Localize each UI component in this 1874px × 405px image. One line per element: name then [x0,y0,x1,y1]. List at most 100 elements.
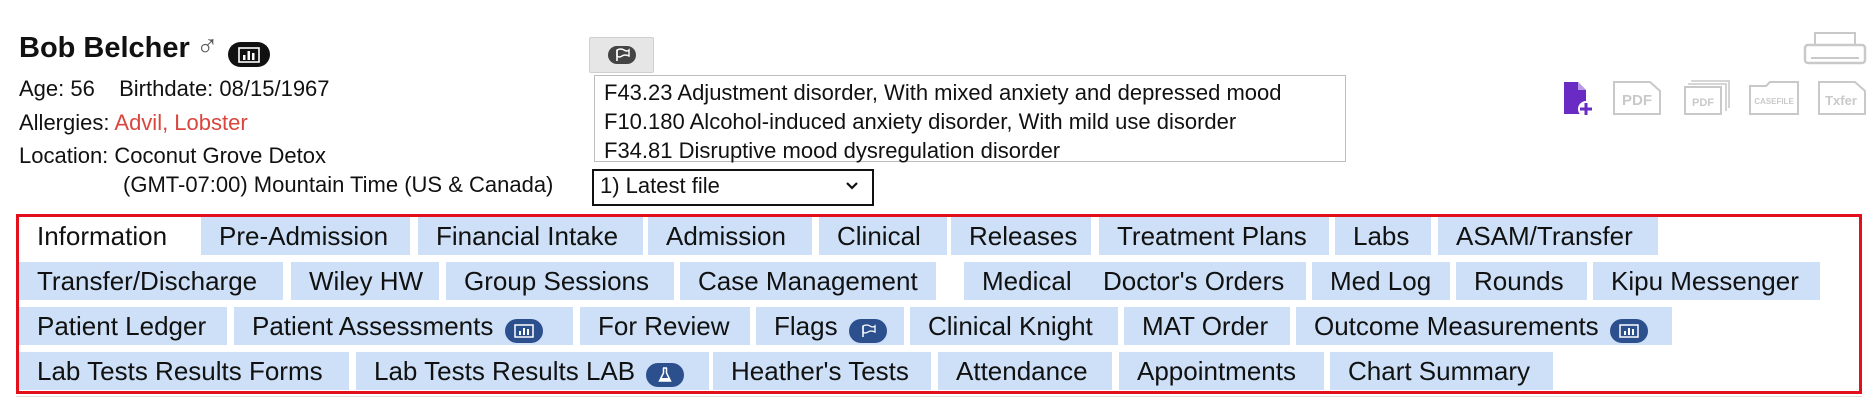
tab-chart-summary[interactable]: Chart Summary [1330,352,1553,390]
txfer-icon-label: Txfer [1825,93,1857,108]
tab-label: Kipu Messenger [1611,266,1799,296]
tab-group-sessions[interactable]: Group Sessions [446,262,674,300]
tab-label: Med Log [1330,266,1432,296]
tab-wiley-hw[interactable]: Wiley HW [291,262,439,300]
tab-lab-tests-results-forms[interactable]: Lab Tests Results Forms [19,352,349,390]
tab-label: Rounds [1474,266,1564,296]
tab-attendance[interactable]: Attendance [938,352,1112,390]
tab-label: Lab Tests Results Forms [37,356,323,386]
tab-mat-order[interactable]: MAT Order [1124,307,1290,345]
file-select[interactable]: 1) Latest file [592,169,874,206]
chevron-down-icon [846,182,858,190]
tab-label: Heather's Tests [731,356,909,386]
tab-label: Flags [774,311,838,341]
allergies-label: Allergies: [19,110,110,135]
age-value: 56 [70,76,95,101]
tab-kipu-messenger[interactable]: Kipu Messenger [1593,262,1820,300]
tab-releases[interactable]: Releases [951,217,1091,255]
tab-label: Admission [666,221,786,251]
tab-label: Attendance [956,356,1088,386]
casefile-icon[interactable]: CASEFILE [1748,80,1800,116]
tab-label: Transfer/Discharge [37,266,258,296]
location-row: Location: Coconut Grove Detox [19,143,326,169]
tab-lab-tests-results-lab[interactable]: Lab Tests Results LAB [356,352,709,390]
tab-patient-ledger[interactable]: Patient Ledger [19,307,227,345]
tab-financial-intake[interactable]: Financial Intake [418,217,643,255]
flag-icon [607,46,636,64]
tab-asam-transfer[interactable]: ASAM/Transfer [1438,217,1658,255]
birthdate-value: 08/15/1967 [219,76,330,101]
tab-label: For Review [598,311,730,341]
tab-label: Patient Ledger [37,311,207,341]
multi-pdf-icon[interactable]: PDF [1683,80,1733,116]
tab-label: Clinical Knight [928,311,1093,341]
diagnosis-item: F10.180 Alcohol-induced anxiety disorder… [604,109,1237,134]
tab-for-review[interactable]: For Review [580,307,750,345]
tab-labs[interactable]: Labs [1335,217,1431,255]
age-birthdate-row: Age: 56 Birthdate: 08/15/1967 [19,76,330,102]
timezone: (GMT-07:00) Mountain Time (US & Canada) [123,172,554,197]
tab-label: Clinical [837,221,921,251]
tab-label: Pre-Admission [219,221,389,251]
tab-heathers-tests[interactable]: Heather's Tests [713,352,931,390]
tab-label: Information [37,221,168,251]
tab-label: Chart Summary [1348,356,1531,386]
location-value: Coconut Grove Detox [114,143,326,168]
content-divider [16,396,1862,397]
printer-icon[interactable] [1803,31,1867,67]
tab-rounds[interactable]: Rounds [1456,262,1587,300]
tab-label: Group Sessions [464,266,649,296]
flag-icon [848,319,887,343]
tab-label: ASAM/Transfer [1456,221,1633,251]
file-select-value: 1) Latest file [600,173,720,198]
pdf-icon[interactable]: PDF [1612,80,1662,116]
flask-icon [646,363,685,387]
tab-label: Case Management [698,266,918,296]
tab-label: Appointments [1137,356,1296,386]
tab-clinical-knight[interactable]: Clinical Knight [910,307,1118,345]
birthdate-label: Birthdate: [119,76,214,101]
tab-treatment-plans[interactable]: Treatment Plans [1099,217,1329,255]
tab-label: MAT Order [1142,311,1269,341]
patient-name: Bob Belcher [19,32,190,64]
male-icon: ♂ [196,30,219,63]
chart-icon[interactable] [228,42,270,67]
tab-clinical[interactable]: Clinical [819,217,947,255]
tab-outcome-measurements[interactable]: Outcome Measurements [1296,307,1672,345]
chart-icon [504,319,543,343]
tab-appointments[interactable]: Appointments [1119,352,1324,390]
casefile-icon-label: CASEFILE [1754,97,1794,106]
new-document-icon[interactable] [1561,80,1595,118]
pdf-icon-label: PDF [1622,92,1652,109]
tab-label: Labs [1353,221,1410,251]
age-label: Age: [19,76,65,101]
tab-label: Wiley HW [309,266,424,296]
tab-label: Doctor's Orders [1103,266,1285,296]
tab-admission[interactable]: Admission [648,217,812,255]
allergies-value: Advil, Lobster [114,110,248,135]
tab-medical[interactable]: Medical [964,262,1086,300]
tab-label: Treatment Plans [1117,221,1307,251]
tab-patient-assessments[interactable]: Patient Assessments [234,307,573,345]
tab-case-management[interactable]: Case Management [680,262,936,300]
tab-label: Financial Intake [436,221,619,251]
txfer-icon[interactable]: Txfer [1817,80,1867,116]
diagnosis-item: F34.81 Disruptive mood dysregulation dis… [604,138,1061,163]
tab-pre-admission[interactable]: Pre-Admission [201,217,410,255]
location-label: Location: [19,143,109,168]
tab-doctors-orders[interactable]: Doctor's Orders [1085,262,1306,300]
allergies-row: Allergies: Advil, Lobster [19,110,248,136]
tab-label: Patient Assessments [252,311,494,341]
chart-icon [1609,319,1648,343]
tab-label: Medical [982,266,1072,296]
tab-transfer-discharge[interactable]: Transfer/Discharge [19,262,283,300]
multi-pdf-icon-label: PDF [1692,97,1714,109]
tab-label: Releases [969,221,1078,251]
diagnosis-item: F43.23 Adjustment disorder, With mixed a… [604,80,1282,105]
tab-flags[interactable]: Flags [756,307,904,345]
diagnosis-list: F43.23 Adjustment disorder, With mixed a… [594,75,1346,163]
tab-label: Lab Tests Results LAB [374,356,636,386]
tab-med-log[interactable]: Med Log [1312,262,1450,300]
flag-button[interactable] [589,37,654,73]
tab-information[interactable]: Information [19,217,195,255]
